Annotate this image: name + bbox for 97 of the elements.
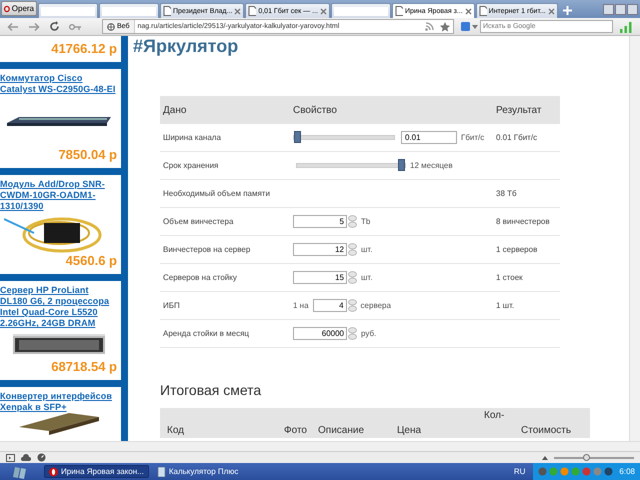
menu-button[interactable]: Opera bbox=[1, 1, 37, 16]
column-header: Код bbox=[166, 425, 186, 436]
close-button[interactable] bbox=[627, 4, 638, 15]
field-label: Необходимый объем памяти bbox=[162, 189, 271, 198]
star-icon[interactable] bbox=[440, 22, 450, 32]
unit-label: руб. bbox=[361, 329, 376, 338]
plus-icon bbox=[563, 6, 572, 14]
page-icon bbox=[248, 6, 256, 16]
unit-label: Гбит/с bbox=[461, 133, 484, 142]
result-value: 8 винчестеров bbox=[495, 217, 551, 226]
unit-label: шт. bbox=[361, 273, 372, 282]
language-indicator[interactable]: RU bbox=[514, 467, 526, 476]
unit-label: шт. bbox=[361, 245, 372, 254]
section-title: Итоговая смета bbox=[160, 382, 262, 398]
rss-icon bbox=[425, 22, 434, 31]
tab[interactable] bbox=[38, 3, 98, 18]
result-value: 1 серверов bbox=[495, 245, 538, 254]
result-value: 1 стоек bbox=[495, 273, 524, 282]
caret-icon[interactable] bbox=[472, 24, 478, 28]
product-price: 7850.04 р bbox=[57, 147, 117, 162]
slider-thumb[interactable] bbox=[294, 131, 301, 143]
scrollbar[interactable] bbox=[0, 441, 640, 451]
number-field[interactable]: 5 bbox=[293, 215, 347, 228]
column-header: Кол- bbox=[483, 409, 506, 421]
calculator-icon bbox=[156, 466, 166, 476]
minimize-button[interactable] bbox=[603, 4, 614, 15]
cloud-icon[interactable] bbox=[21, 454, 31, 461]
field-label: Серверов на стойку bbox=[162, 273, 238, 282]
column-header: Фото bbox=[283, 425, 308, 436]
product-link[interactable]: Коммутатор Cisco Catalyst WS-C2950G-48-EI bbox=[0, 73, 117, 96]
value-field[interactable]: 0.01 bbox=[401, 131, 457, 144]
close-icon[interactable] bbox=[548, 8, 555, 14]
signal-icon bbox=[620, 20, 632, 32]
taskbar-button[interactable]: Ирина Яровая закон... bbox=[44, 465, 149, 478]
product-price: 4560.6 р bbox=[64, 253, 117, 268]
number-field[interactable]: 60000 bbox=[293, 327, 347, 340]
unit-label: Tb bbox=[361, 217, 370, 226]
spinner-icon[interactable] bbox=[348, 215, 357, 228]
slider-reading: 12 месяцев bbox=[410, 161, 453, 170]
column-header: Дано bbox=[162, 104, 188, 116]
field-label: Объем винчестера bbox=[162, 217, 234, 226]
scrollbar[interactable] bbox=[629, 36, 640, 441]
column-header: Цена bbox=[396, 425, 422, 436]
redacted-label bbox=[334, 6, 388, 16]
column-header: Результат bbox=[495, 104, 542, 116]
tab[interactable] bbox=[330, 3, 391, 18]
spinner-icon[interactable] bbox=[348, 271, 357, 284]
caret-up-icon[interactable] bbox=[542, 456, 548, 460]
result-value: 0.01 Гбит/с bbox=[495, 133, 538, 142]
product-link[interactable]: Сервер HP ProLiant DL180 G6, 2 процессора Intel Quad-Core L5520 2.26GHz, 24GB DRAM bbox=[0, 285, 117, 330]
product-link[interactable]: Модуль Add/Drop SNR-CWDM-10GR-OADM1-1310/1390 bbox=[0, 179, 117, 212]
forward-icon[interactable] bbox=[28, 22, 40, 32]
page-icon bbox=[478, 6, 487, 16]
redacted-label bbox=[102, 6, 156, 16]
maximize-button[interactable] bbox=[615, 4, 626, 15]
key-icon[interactable] bbox=[69, 22, 82, 30]
field-label: Срок хранения bbox=[162, 161, 220, 170]
panel-icon[interactable] bbox=[6, 454, 15, 462]
opera-logo-icon bbox=[4, 4, 10, 14]
field-prefix: 1 на bbox=[293, 301, 309, 310]
clock: 6:08 bbox=[619, 467, 635, 476]
number-field[interactable]: 12 bbox=[293, 243, 347, 256]
redacted-label bbox=[41, 6, 95, 16]
spinner-icon[interactable] bbox=[348, 243, 357, 256]
reload-icon[interactable] bbox=[49, 21, 60, 32]
column-header: Стоимость bbox=[520, 425, 572, 436]
google-icon[interactable] bbox=[461, 22, 470, 31]
opera-icon bbox=[49, 466, 58, 476]
number-field[interactable]: 15 bbox=[293, 271, 347, 284]
field-label: Винчестеров на сервер bbox=[162, 245, 252, 254]
column-header: Описание bbox=[317, 425, 366, 436]
close-icon[interactable] bbox=[464, 8, 472, 14]
number-field[interactable]: 4 bbox=[312, 299, 347, 312]
tab[interactable] bbox=[99, 3, 159, 18]
spinner-icon[interactable] bbox=[348, 327, 357, 340]
globe-icon bbox=[107, 22, 115, 30]
gauge-icon[interactable] bbox=[37, 453, 46, 462]
new-tab-button[interactable] bbox=[560, 3, 575, 17]
result-value: 1 шт. bbox=[495, 301, 516, 310]
back-icon[interactable] bbox=[7, 22, 19, 32]
page-title: #Яркулятор bbox=[133, 36, 240, 56]
product-price: 68718.54 р bbox=[50, 359, 117, 374]
product-price: 41766.12 р bbox=[50, 40, 117, 56]
unit-label: сервера bbox=[360, 301, 391, 310]
result-value: 38 Тб bbox=[495, 189, 518, 198]
field-label: Аренда стойки в месяц bbox=[162, 329, 250, 338]
page-icon bbox=[163, 6, 171, 16]
page-icon bbox=[394, 6, 403, 16]
column-header: Свойство bbox=[293, 104, 338, 116]
field-label: ИБП bbox=[162, 301, 181, 310]
spinner-icon[interactable] bbox=[348, 299, 357, 312]
product-link[interactable]: Конвертер интерфейсов Xenpak в SFP+ bbox=[0, 391, 117, 413]
slider-thumb[interactable] bbox=[398, 159, 405, 171]
taskbar-button[interactable]: Калькулятор Плюс bbox=[152, 465, 242, 478]
close-icon[interactable] bbox=[234, 8, 242, 14]
field-label: Ширина канала bbox=[162, 133, 222, 142]
close-icon[interactable] bbox=[320, 8, 327, 14]
